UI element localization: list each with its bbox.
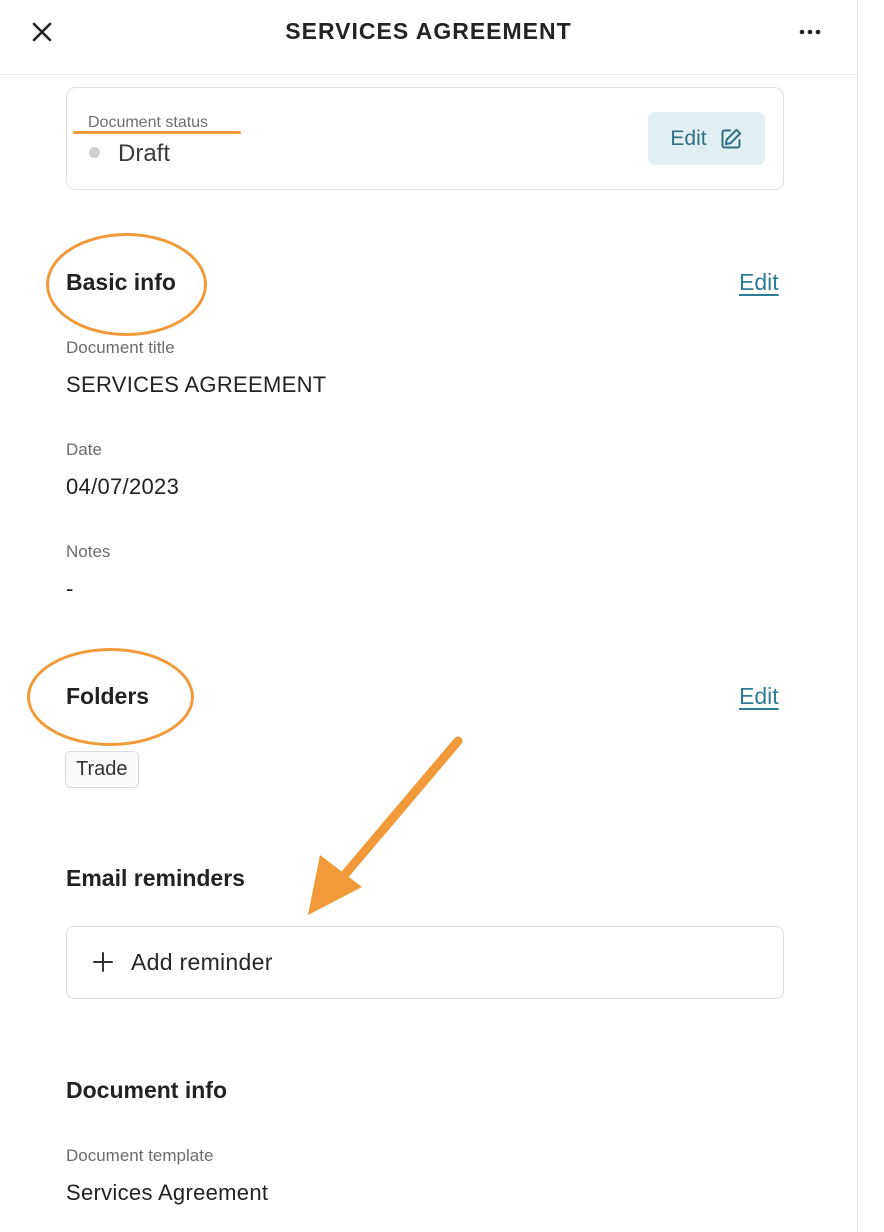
document-template-value: Services Agreement — [66, 1180, 269, 1205]
panel-header: SERVICES AGREEMENT — [0, 0, 857, 75]
email-reminders-heading: Email reminders — [66, 865, 245, 891]
folder-tag[interactable]: Trade — [65, 751, 139, 788]
edit-status-label: Edit — [670, 126, 707, 150]
notes-value: - — [66, 576, 74, 601]
more-horizontal-icon — [799, 29, 821, 35]
plus-icon — [93, 952, 113, 972]
edit-status-button[interactable]: Edit — [648, 112, 765, 165]
panel-title: SERVICES AGREEMENT — [285, 18, 572, 44]
notes-label: Notes — [66, 542, 111, 561]
document-status-label: Document status — [88, 114, 209, 131]
add-reminder-button[interactable]: Add reminder — [66, 926, 784, 999]
document-title-label: Document title — [66, 338, 175, 357]
annotation-underline — [73, 131, 241, 134]
add-reminder-label: Add reminder — [131, 949, 273, 975]
date-label: Date — [66, 440, 102, 459]
folders-heading: Folders — [66, 683, 150, 709]
date-value: 04/07/2023 — [66, 474, 180, 499]
document-details-panel: SERVICES AGREEMENT Document status Draft… — [0, 0, 858, 1232]
status-dot — [89, 147, 100, 158]
page-background — [858, 0, 884, 1232]
document-title-value: SERVICES AGREEMENT — [66, 372, 327, 397]
more-options-button[interactable] — [796, 20, 826, 44]
document-info-heading: Document info — [66, 1077, 227, 1103]
annotation-arrow-icon — [308, 736, 463, 915]
document-status-card: Document status Draft Edit — [66, 87, 784, 190]
document-status-value: Draft — [118, 140, 171, 167]
edit-basic-info-link[interactable]: Edit — [739, 269, 779, 296]
basic-info-heading: Basic info — [66, 269, 176, 295]
edit-folders-link[interactable]: Edit — [739, 683, 779, 710]
edit-pencil-icon — [721, 128, 741, 148]
document-template-label: Document template — [66, 1146, 214, 1165]
